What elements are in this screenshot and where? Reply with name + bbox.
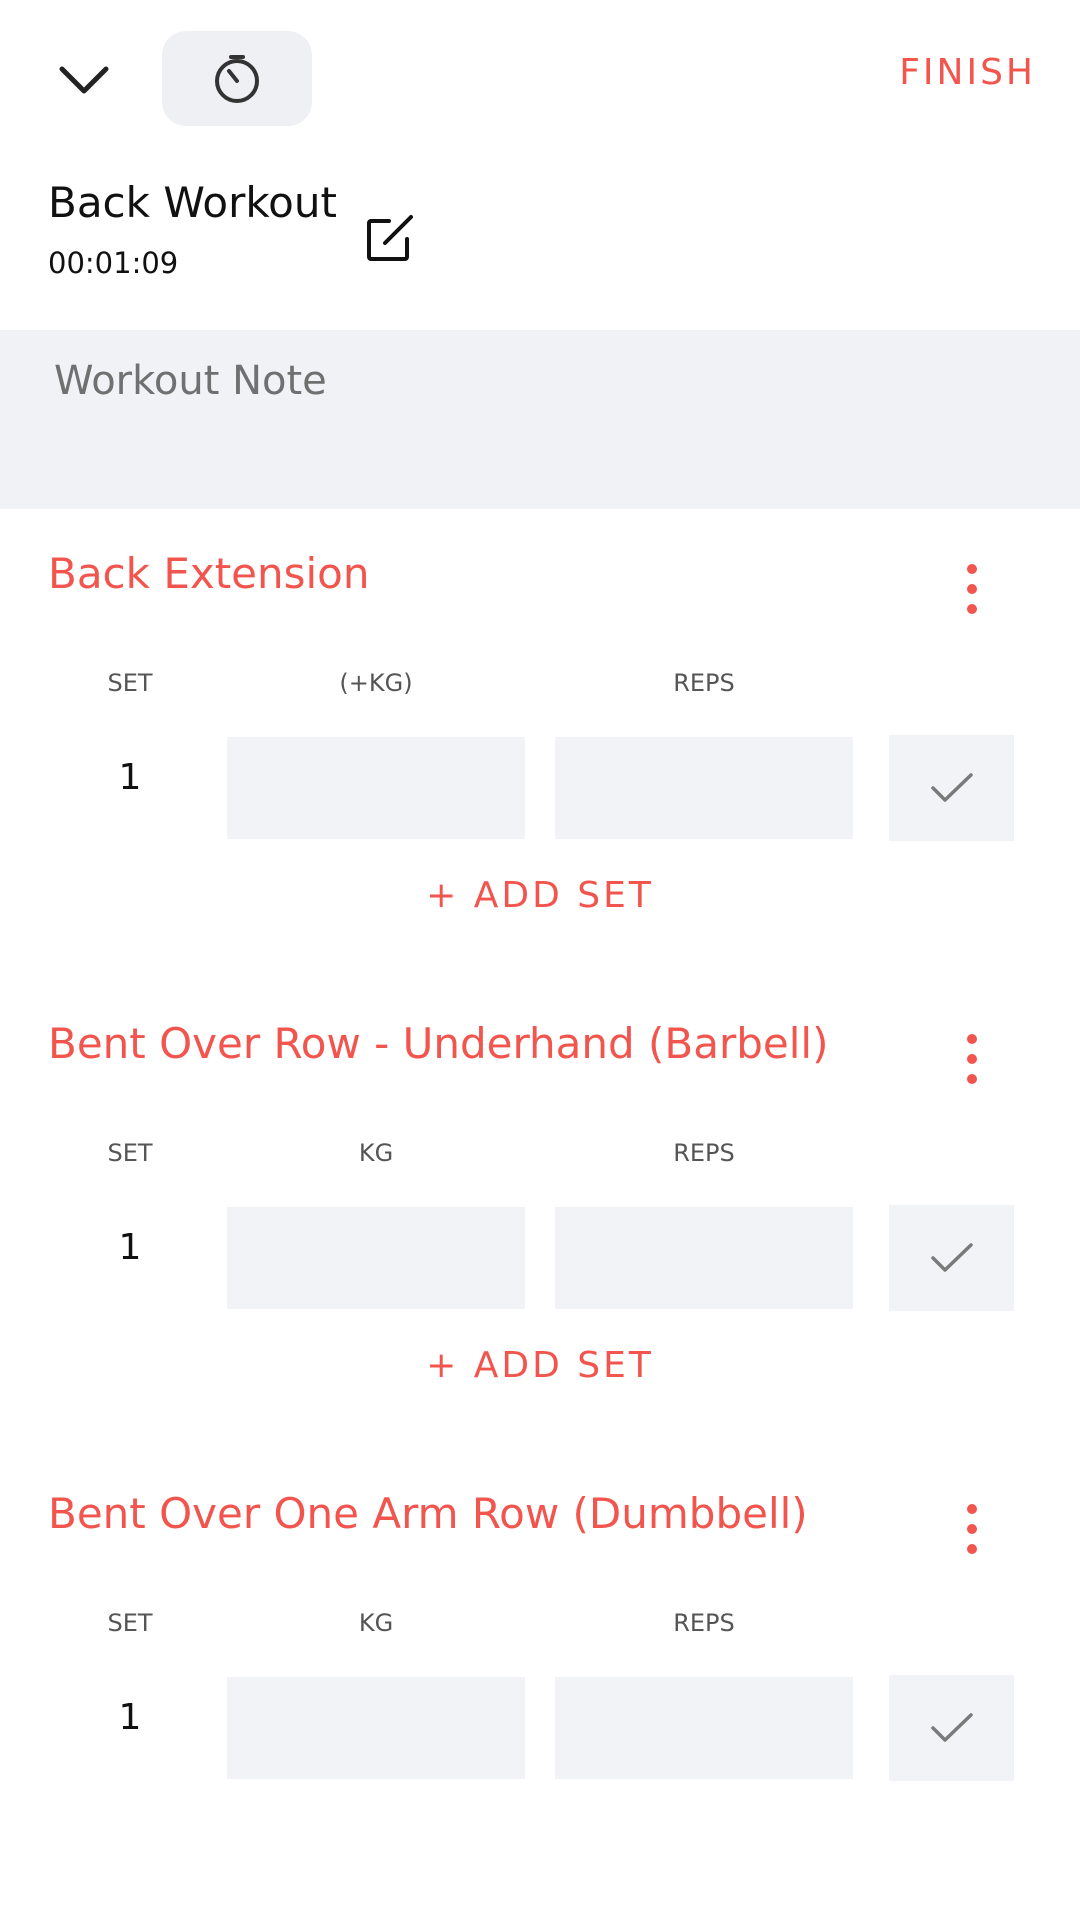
stopwatch-icon: [215, 54, 259, 103]
set-column-headers: SET (+KG) REPS: [0, 649, 1080, 729]
exercise-more-button[interactable]: [942, 553, 1002, 625]
workout-note-placeholder: Workout Note: [54, 358, 327, 404]
workout-info: Back Workout 00:01:09: [0, 160, 1080, 330]
more-vertical-icon: [967, 1504, 977, 1554]
exercise-card: Back Extension SET (+KG) REPS 1 + ADD SE…: [0, 509, 1080, 979]
reps-input[interactable]: [555, 1207, 853, 1309]
set-column-headers: SET KG REPS: [0, 1589, 1080, 1669]
more-vertical-icon: [967, 1034, 977, 1084]
column-weight: (+KG): [339, 669, 413, 697]
exercise-card: Bent Over Row - Underhand (Barbell) SET …: [0, 979, 1080, 1449]
set-row: 1: [0, 729, 1080, 849]
workout-note-input[interactable]: Workout Note: [0, 330, 1080, 509]
set-row: 1: [0, 1199, 1080, 1319]
column-reps: REPS: [673, 669, 735, 697]
exercise-more-button[interactable]: [942, 1493, 1002, 1565]
workout-title: Back Workout: [48, 178, 337, 227]
reps-input[interactable]: [555, 737, 853, 839]
set-number: 1: [118, 1227, 142, 1268]
exercise-more-button[interactable]: [942, 1023, 1002, 1095]
set-number: 1: [118, 1697, 142, 1738]
exercise-name[interactable]: Back Extension: [48, 549, 370, 598]
column-reps: REPS: [673, 1139, 735, 1167]
exercise-name[interactable]: Bent Over One Arm Row (Dumbbell): [48, 1489, 808, 1538]
workout-elapsed-time: 00:01:09: [48, 246, 179, 280]
set-number: 1: [118, 757, 142, 798]
column-weight: KG: [358, 1609, 394, 1637]
exercise-card: Bent Over One Arm Row (Dumbbell) SET KG …: [0, 1449, 1080, 1789]
collapse-button[interactable]: [48, 44, 120, 116]
finish-button[interactable]: FINISH: [899, 52, 1036, 93]
column-set: SET: [107, 669, 153, 697]
complete-set-button[interactable]: [889, 1675, 1014, 1781]
complete-set-button[interactable]: [889, 1205, 1014, 1311]
column-reps: REPS: [673, 1609, 735, 1637]
checkmark-icon: [930, 1243, 973, 1272]
edit-workout-button[interactable]: [360, 208, 420, 268]
weight-input[interactable]: [227, 1207, 525, 1309]
column-set: SET: [107, 1139, 153, 1167]
add-set-button[interactable]: + ADD SET: [426, 875, 654, 916]
top-bar: FINISH: [0, 0, 1080, 160]
complete-set-button[interactable]: [889, 735, 1014, 841]
weight-input[interactable]: [227, 737, 525, 839]
checkmark-icon: [930, 1713, 973, 1742]
weight-input[interactable]: [227, 1677, 525, 1779]
timer-button[interactable]: [162, 31, 312, 126]
exercise-name[interactable]: Bent Over Row - Underhand (Barbell): [48, 1019, 828, 1068]
column-set: SET: [107, 1609, 153, 1637]
exercise-header: Bent Over Row - Underhand (Barbell): [0, 979, 1080, 1119]
reps-input[interactable]: [555, 1677, 853, 1779]
checkmark-icon: [930, 773, 973, 802]
column-weight: KG: [358, 1139, 394, 1167]
add-set-button[interactable]: + ADD SET: [426, 1345, 654, 1386]
more-vertical-icon: [967, 564, 977, 614]
set-row: 1: [0, 1669, 1080, 1789]
exercise-header: Back Extension: [0, 509, 1080, 649]
exercise-header: Bent Over One Arm Row (Dumbbell): [0, 1449, 1080, 1589]
set-column-headers: SET KG REPS: [0, 1119, 1080, 1199]
edit-icon: [367, 215, 413, 261]
chevron-down-icon: [59, 66, 109, 94]
add-set-row: + ADD SET: [0, 849, 1080, 979]
add-set-row: + ADD SET: [0, 1319, 1080, 1449]
